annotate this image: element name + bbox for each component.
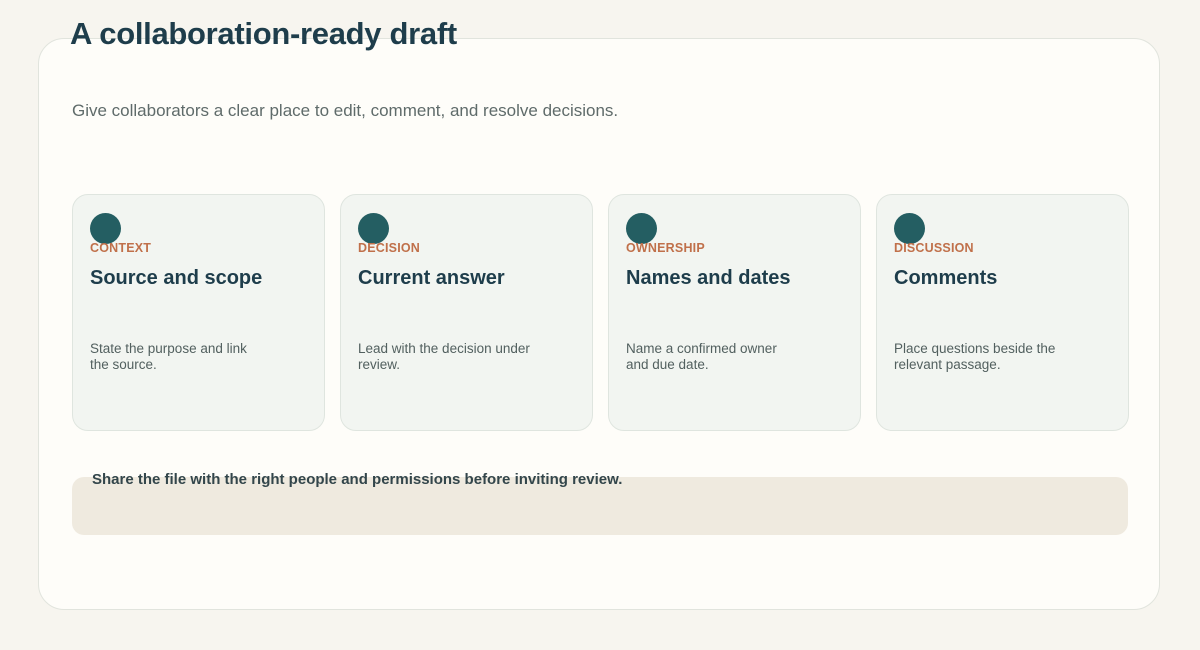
card-kicker: CONTEXT bbox=[90, 241, 152, 255]
card-title: Comments bbox=[894, 267, 998, 289]
card-title: Source and scope bbox=[90, 267, 263, 289]
card-kicker: DISCUSSION bbox=[894, 241, 974, 255]
notice-text: Share the file with the right people and… bbox=[92, 471, 623, 488]
card-title: Current answer bbox=[358, 267, 505, 289]
card-kicker: DECISION bbox=[358, 241, 421, 255]
page-title: A collaboration-ready draft bbox=[70, 16, 457, 51]
page-subtitle: Give collaborators a clear place to edit… bbox=[72, 101, 619, 120]
card-context: CONTEXT Source and scope State the purpo… bbox=[72, 194, 325, 431]
card-ownership: OWNERSHIP Names and dates Name a confirm… bbox=[608, 194, 861, 431]
card-description: State the purpose and link the source. bbox=[90, 341, 247, 372]
card-decision: DECISION Current answer Lead with the de… bbox=[340, 194, 593, 431]
card-kicker: OWNERSHIP bbox=[626, 241, 705, 255]
card-description: Lead with the decision under review. bbox=[358, 341, 530, 372]
card-description: Place questions beside the relevant pass… bbox=[894, 341, 1056, 372]
card-title: Names and dates bbox=[626, 267, 791, 289]
card-discussion: DISCUSSION Comments Place questions besi… bbox=[876, 194, 1129, 431]
card-description: Name a confirmed owner and due date. bbox=[626, 341, 777, 372]
